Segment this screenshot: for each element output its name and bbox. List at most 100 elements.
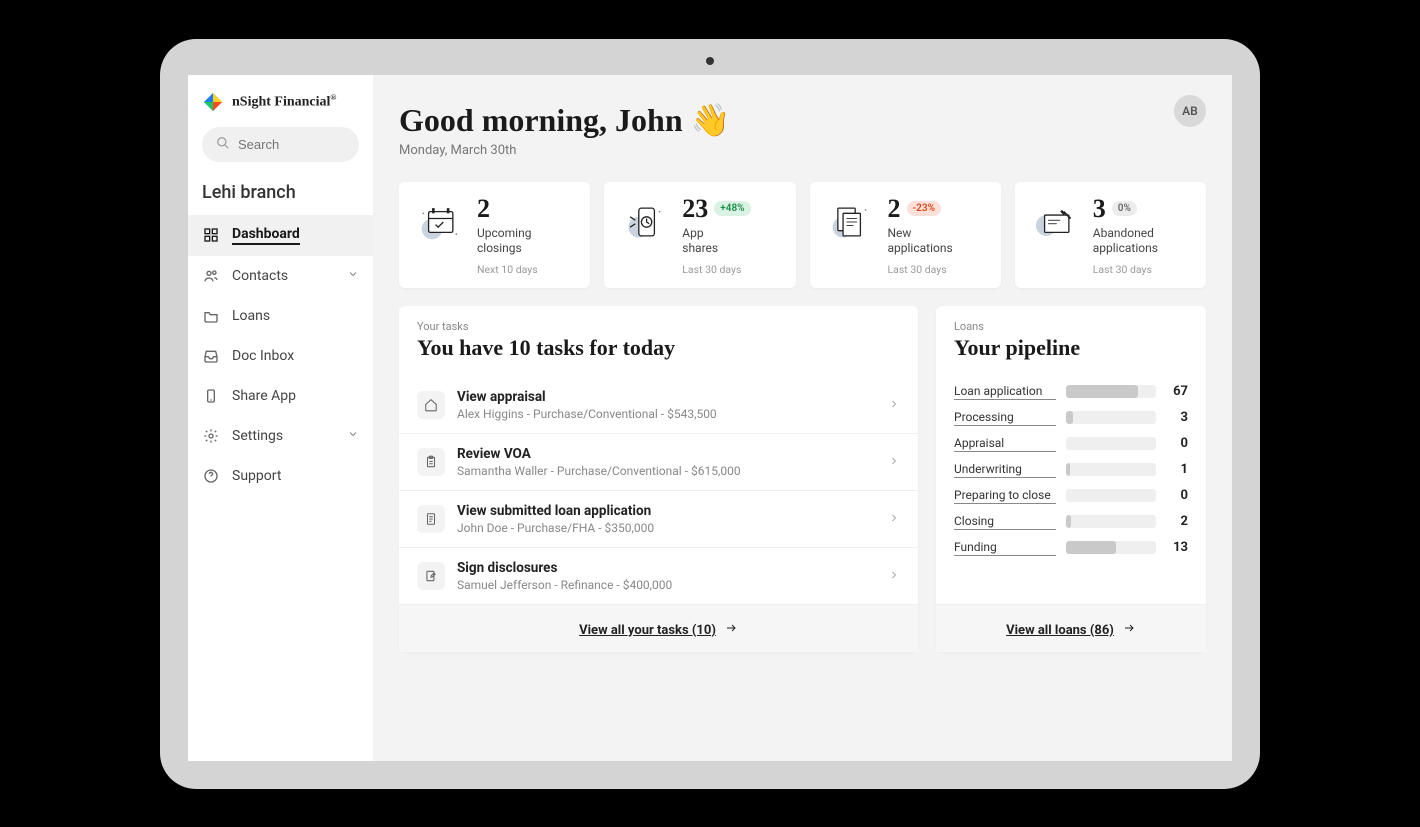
- stat-value: 3: [1093, 196, 1106, 222]
- gear-icon: [202, 427, 220, 445]
- search-container: [188, 127, 373, 176]
- pipeline-label: Appraisal: [954, 436, 1056, 452]
- stat-cards-row: 2UpcomingclosingsNext 10 days23+48%Appsh…: [399, 182, 1206, 288]
- pipeline-label: Underwriting: [954, 462, 1056, 478]
- arrow-right-icon: [724, 622, 738, 638]
- stat-badge: +48%: [714, 201, 750, 216]
- dashboard-icon: [202, 226, 220, 244]
- task-row[interactable]: View appraisal Alex Higgins - Purchase/Co…: [399, 377, 918, 433]
- chevron-right-icon: [888, 452, 900, 471]
- stat-badge: -23%: [907, 201, 941, 216]
- sidebar-item-label: Loans: [232, 308, 270, 324]
- panels-row: Your tasks You have 10 tasks for today V…: [399, 306, 1206, 653]
- view-all-tasks-link[interactable]: View all your tasks (10): [579, 622, 738, 638]
- stat-illustration-icon: [1029, 196, 1081, 248]
- task-title: Review VOA: [457, 446, 876, 462]
- sidebar-item-support[interactable]: Support: [188, 456, 373, 496]
- task-type-icon: [417, 448, 445, 476]
- task-row[interactable]: Sign disclosuresSamuel Jefferson - Refin…: [399, 547, 918, 604]
- arrow-right-icon: [1122, 622, 1136, 638]
- sidebar-item-contacts[interactable]: Contacts: [188, 256, 373, 296]
- task-type-icon: [417, 505, 445, 533]
- tablet-camera: [706, 57, 714, 65]
- pipeline-value: 67: [1166, 384, 1188, 399]
- tasks-footer: View all your tasks (10): [399, 604, 918, 653]
- stat-sublabel: Next 10 days: [477, 263, 576, 276]
- task-row[interactable]: View submitted loan applicationJohn Doe …: [399, 490, 918, 547]
- pipeline-row[interactable]: Preparing to close0: [954, 483, 1188, 509]
- folder-icon: [202, 307, 220, 325]
- sidebar: nSight Financial® Lehi branch DashboardC…: [188, 75, 373, 761]
- stat-card-abandoned[interactable]: 30%AbandonedapplicationsLast 30 days: [1015, 182, 1206, 288]
- greeting-date: Monday, March 30th: [399, 143, 1206, 158]
- pipeline-bar-fill: [1066, 385, 1138, 398]
- loans-title: Your pipeline: [954, 335, 1188, 361]
- pipeline-bar: [1066, 515, 1156, 528]
- pipeline-bar: [1066, 437, 1156, 450]
- pipeline-bar-fill: [1066, 515, 1071, 528]
- phone-icon: [202, 387, 220, 405]
- main-content: AB Good morning, John 👋 Monday, March 30…: [373, 75, 1232, 761]
- stat-card-app[interactable]: 23 +48% Appshares Last 30 days: [604, 182, 795, 288]
- pipeline-row[interactable]: Funding 13: [954, 535, 1188, 561]
- chevron-right-icon: [888, 566, 900, 585]
- task-subtitle: Samuel Jefferson - Refinance - $400,000: [457, 578, 876, 592]
- chevron-right-icon: [888, 395, 900, 414]
- search-box[interactable]: [202, 127, 359, 162]
- brand-name: nSight Financial®: [232, 93, 336, 111]
- pipeline-row[interactable]: Loan application 67: [954, 379, 1188, 405]
- stat-card-new[interactable]: 2-23%NewapplicationsLast 30 days: [810, 182, 1001, 288]
- stat-label: Upcomingclosings: [477, 226, 576, 257]
- stat-label: Appshares: [682, 226, 781, 257]
- task-subtitle: Alex Higgins - Purchase/Conventional - $…: [457, 407, 876, 421]
- sidebar-item-doc-inbox[interactable]: Doc Inbox: [188, 336, 373, 376]
- chevron-down-icon: [347, 268, 359, 284]
- task-row[interactable]: Review VOASamantha Waller - Purchase/Con…: [399, 433, 918, 490]
- stat-value: 2: [477, 196, 490, 222]
- stat-sublabel: Last 30 days: [1093, 263, 1192, 276]
- pipeline-bar: [1066, 463, 1156, 476]
- pipeline-label: Processing: [954, 410, 1056, 426]
- pipeline-value: 0: [1166, 436, 1188, 451]
- sidebar-item-loans[interactable]: Loans: [188, 296, 373, 336]
- pipeline-label: Loan application: [954, 384, 1056, 400]
- nav-list: DashboardContacts Loans Doc Inbox Share App…: [188, 215, 373, 496]
- brand-logo[interactable]: nSight Financial®: [188, 91, 373, 127]
- sidebar-item-dashboard[interactable]: Dashboard: [188, 215, 373, 256]
- greeting-title: Good morning, John 👋: [399, 101, 1206, 139]
- pipeline-bar: [1066, 411, 1156, 424]
- avatar[interactable]: AB: [1174, 95, 1206, 127]
- pipeline-row[interactable]: Underwriting 1: [954, 457, 1188, 483]
- sidebar-item-settings[interactable]: Settings: [188, 416, 373, 456]
- stat-value: 2: [888, 196, 901, 222]
- loans-panel: Loans Your pipeline Loan application 67 Pr…: [936, 306, 1206, 653]
- stat-value: 23: [682, 196, 708, 222]
- branch-title: Lehi branch: [188, 176, 373, 215]
- pipeline-label: Closing: [954, 514, 1056, 530]
- stat-illustration-icon: [618, 196, 670, 248]
- pipeline-value: 13: [1166, 540, 1188, 555]
- chevron-down-icon: [347, 428, 359, 444]
- stat-sublabel: Last 30 days: [682, 263, 781, 276]
- pipeline-value: 0: [1166, 488, 1188, 503]
- sidebar-item-share-app[interactable]: Share App: [188, 376, 373, 416]
- loans-panel-head: Loans Your pipeline: [936, 306, 1206, 367]
- tasks-title: You have 10 tasks for today: [417, 335, 900, 361]
- view-all-loans-link[interactable]: View all loans (86): [1006, 622, 1136, 638]
- task-title: View appraisal: [457, 389, 876, 405]
- pipeline-bar-fill: [1066, 411, 1073, 424]
- task-type-icon: [417, 562, 445, 590]
- stat-card-upcoming[interactable]: 2 Upcomingclosings Next 10 days: [399, 182, 590, 288]
- task-title: View submitted loan application: [457, 503, 876, 519]
- pipeline-label: Funding: [954, 540, 1056, 556]
- pipeline-value: 1: [1166, 462, 1188, 477]
- pipeline-bar: [1066, 489, 1156, 502]
- pipeline-row[interactable]: Appraisal 0: [954, 431, 1188, 457]
- chevron-right-icon: [888, 509, 900, 528]
- sidebar-item-label: Doc Inbox: [232, 348, 294, 364]
- brand-logo-icon: [202, 91, 224, 113]
- search-input[interactable]: [238, 137, 345, 152]
- sidebar-item-label: Share App: [232, 388, 296, 404]
- pipeline-row[interactable]: Closing2: [954, 509, 1188, 535]
- pipeline-row[interactable]: Processing3: [954, 405, 1188, 431]
